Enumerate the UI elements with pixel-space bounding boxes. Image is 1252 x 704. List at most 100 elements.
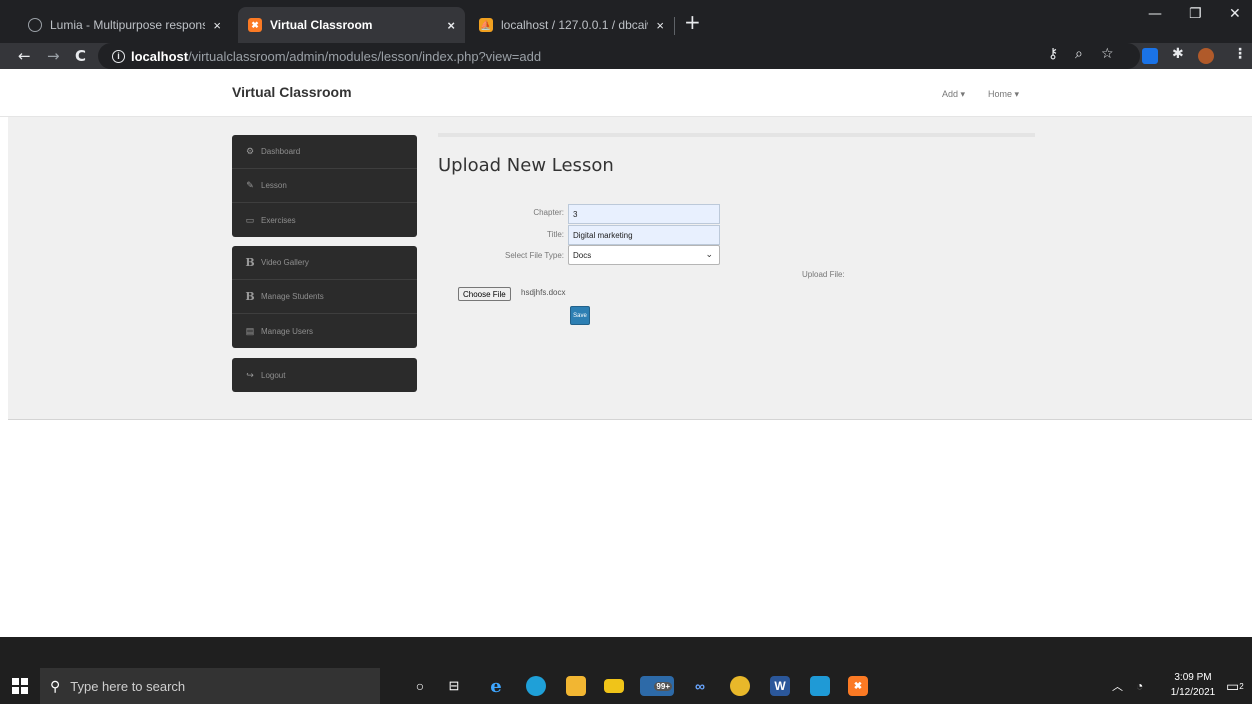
- file-type-select[interactable]: Docs ⌄: [568, 245, 720, 265]
- site-brand[interactable]: Virtual Classroom: [232, 84, 352, 100]
- tab-close-icon[interactable]: ×: [447, 18, 455, 33]
- new-tab-button[interactable]: +: [684, 12, 701, 32]
- sidebar-group-logout: ↪ Logout: [232, 358, 417, 392]
- info-icon[interactable]: i: [112, 49, 125, 63]
- selected-file-name: hsdjhfs.docx: [521, 288, 566, 297]
- clock-time: 3:09 PM: [1174, 672, 1212, 683]
- sidebar-item-manage-students[interactable]: B Manage Students: [232, 280, 417, 314]
- save-button[interactable]: Save: [570, 306, 590, 325]
- system-clock[interactable]: 3:09 PM 1/12/2021: [1163, 670, 1223, 700]
- taskbar-search[interactable]: ⚲ Type here to search: [40, 668, 380, 704]
- wifi-icon[interactable]: ◔: [1136, 668, 1143, 704]
- mail-badge: 99+: [654, 681, 672, 691]
- reload-button[interactable]: C: [75, 47, 86, 65]
- task-view-icon[interactable]: ⊟: [444, 676, 464, 696]
- url-path: /virtualclassroom/admin/modules/lesson/i…: [188, 48, 542, 64]
- browser-tab-bar: Lumia - Multipurpose responsive × ✖ Virt…: [0, 0, 1252, 43]
- sidebar-item-video-gallery[interactable]: B Video Gallery: [232, 246, 417, 280]
- tab-close-icon[interactable]: ×: [656, 18, 664, 33]
- content-area: ⚙ Dashboard ✎ Lesson ▭ Exercises B Video…: [8, 117, 1252, 420]
- zoom-icon[interactable]: ⌕: [1075, 46, 1083, 62]
- sidebar-item-exercises[interactable]: ▭ Exercises: [232, 203, 417, 237]
- edge-icon[interactable]: [526, 676, 546, 696]
- globe-icon: [28, 18, 42, 32]
- bold-b-icon: B: [245, 256, 255, 269]
- key-icon[interactable]: ⚷: [1048, 46, 1058, 62]
- forward-button[interactable]: →: [47, 47, 60, 65]
- sidebar-item-label: Manage Users: [261, 326, 314, 336]
- sidebar-item-label: Exercises: [261, 215, 296, 225]
- search-placeholder: Type here to search: [70, 678, 186, 694]
- file-explorer-icon[interactable]: [604, 679, 624, 693]
- tab-separator: [674, 17, 675, 35]
- file-type-value: Docs: [573, 250, 592, 260]
- file-type-label: Select File Type:: [505, 251, 564, 260]
- web-page: Virtual Classroom Add ▾ Home ▾ ⚙ Dashboa…: [0, 69, 1252, 637]
- sidebar-item-label: Video Gallery: [261, 258, 309, 267]
- exercises-icon: ▭: [245, 214, 255, 225]
- puzzle-extensions-icon[interactable]: ✱: [1172, 46, 1184, 62]
- sidebar-group-manage: B Video Gallery B Manage Students ▤ Mana…: [232, 246, 417, 348]
- book-icon: ▤: [245, 325, 255, 336]
- show-hidden-icons[interactable]: ︿: [1112, 668, 1123, 704]
- phpmyadmin-icon: ⛵: [479, 18, 493, 32]
- tab-phpmyadmin[interactable]: ⛵ localhost / 127.0.0.1 / dbcaiwl / t ×: [469, 7, 674, 43]
- title-input[interactable]: Digital marketing: [568, 225, 720, 245]
- clock-date: 1/12/2021: [1170, 687, 1216, 698]
- url-host: localhost: [131, 48, 189, 64]
- tab-title: localhost / 127.0.0.1 / dbcaiwl / t: [501, 18, 648, 32]
- choose-file-button[interactable]: Choose File: [458, 287, 511, 301]
- sidebar-item-label: Logout: [261, 370, 286, 380]
- windows-taskbar: ⚲ Type here to search ○ ⊟ e 99+ ∞ W ✖ ︿ …: [0, 637, 1252, 704]
- windows-start-icon[interactable]: [12, 678, 28, 694]
- xampp-taskbar-icon[interactable]: ✖: [848, 676, 868, 696]
- sidebar-item-logout[interactable]: ↪ Logout: [232, 358, 417, 392]
- tab-title: Lumia - Multipurpose responsive: [50, 18, 206, 32]
- mail-icon[interactable]: 99+: [640, 676, 674, 696]
- cortana-icon[interactable]: ○: [410, 676, 430, 696]
- sidebar-item-dashboard[interactable]: ⚙ Dashboard: [232, 135, 417, 169]
- sidebar-item-lesson[interactable]: ✎ Lesson: [232, 169, 417, 203]
- url-input[interactable]: i localhost /virtualclassroom/admin/modu…: [98, 43, 1140, 69]
- site-navbar: Virtual Classroom Add ▾ Home ▾: [0, 69, 1252, 117]
- internet-explorer-icon[interactable]: e: [486, 676, 506, 697]
- profile-avatar[interactable]: [1198, 48, 1214, 64]
- sidebar-item-label: Dashboard: [261, 147, 301, 156]
- chapter-label: Chapter:: [533, 208, 564, 217]
- section-divider: [438, 133, 1035, 137]
- tab-title: Virtual Classroom: [270, 18, 373, 32]
- logout-icon: ↪: [246, 369, 254, 380]
- infinity-app-icon[interactable]: ∞: [690, 676, 710, 696]
- minimize-button[interactable]: —: [1148, 6, 1162, 22]
- bold-b-icon: B: [245, 290, 255, 303]
- nav-add-dropdown[interactable]: Add ▾: [942, 89, 965, 100]
- chapter-input[interactable]: 3: [568, 204, 720, 224]
- notification-icon[interactable]: ▭ 2: [1226, 668, 1244, 704]
- search-icon: ⚲: [50, 677, 61, 694]
- back-button[interactable]: ←: [18, 47, 31, 65]
- sidebar-group-main: ⚙ Dashboard ✎ Lesson ▭ Exercises: [232, 135, 417, 237]
- taskbar-row: ⚲ Type here to search ○ ⊟ e 99+ ∞ W ✖ ︿ …: [0, 668, 1252, 704]
- sidebar-item-label: Manage Students: [261, 292, 324, 301]
- maximize-button[interactable]: ❐: [1189, 6, 1202, 22]
- xampp-icon: ✖: [248, 18, 262, 32]
- bookmark-star-icon[interactable]: ☆: [1101, 46, 1114, 62]
- photos-icon[interactable]: [810, 676, 830, 696]
- word-icon[interactable]: W: [770, 676, 790, 696]
- extension-icon[interactable]: [1142, 48, 1158, 64]
- title-label: Title:: [546, 230, 564, 239]
- lesson-icon: ✎: [246, 180, 254, 190]
- tab-virtual-classroom[interactable]: ✖ Virtual Classroom ×: [238, 7, 465, 43]
- close-window-button[interactable]: ✕: [1229, 6, 1241, 22]
- kebab-menu-icon[interactable]: ⋮: [1233, 46, 1247, 62]
- sidebar-item-label: Lesson: [261, 181, 287, 190]
- dashboard-icon: ⚙: [245, 146, 255, 156]
- chevron-down-icon: ⌄: [705, 249, 713, 259]
- notification-count: 2: [1239, 681, 1244, 691]
- tab-close-icon[interactable]: ×: [213, 18, 221, 33]
- sidebar-item-manage-users[interactable]: ▤ Manage Users: [232, 314, 417, 348]
- store-icon[interactable]: [566, 676, 586, 696]
- tab-lumia[interactable]: Lumia - Multipurpose responsive ×: [18, 7, 231, 43]
- nav-home-dropdown[interactable]: Home ▾: [988, 89, 1019, 100]
- chrome-icon[interactable]: [730, 676, 750, 696]
